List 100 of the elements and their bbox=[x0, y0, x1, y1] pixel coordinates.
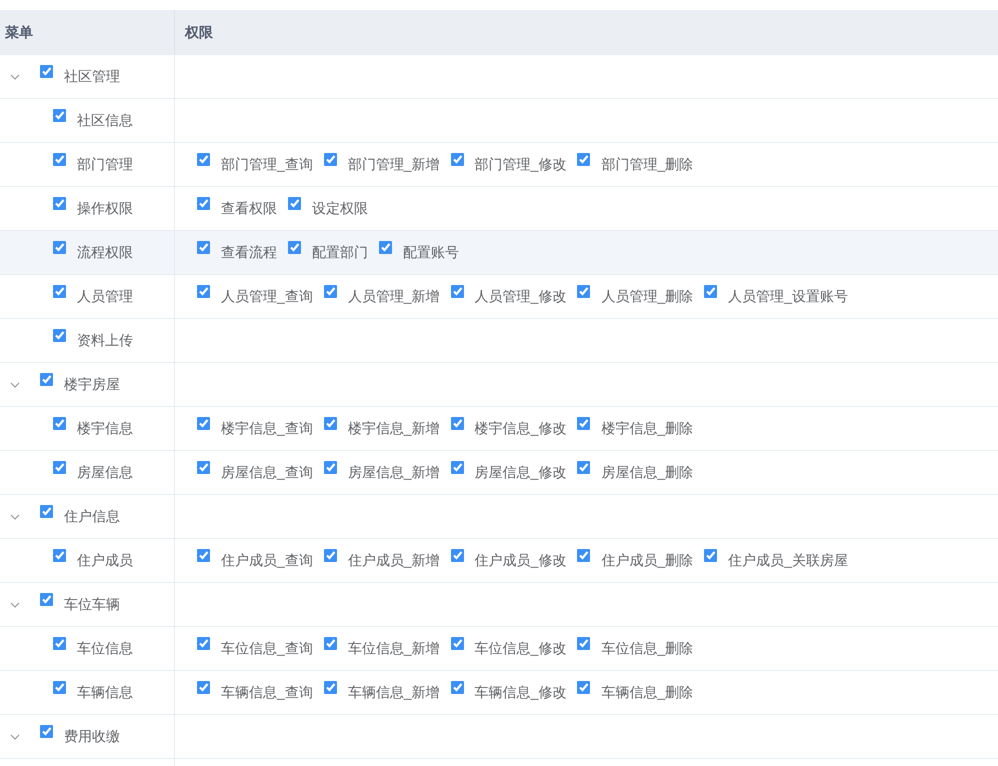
chevron-icon[interactable] bbox=[10, 734, 20, 740]
menu-label: 房屋信息 bbox=[77, 463, 133, 482]
checkbox[interactable] bbox=[53, 548, 66, 562]
checkbox[interactable] bbox=[288, 196, 301, 210]
permission-label: 楼宇信息_查询 bbox=[221, 419, 313, 438]
checkbox[interactable] bbox=[53, 460, 66, 474]
checkbox[interactable] bbox=[324, 416, 337, 430]
column-header: 菜单 bbox=[5, 22, 33, 42]
permission-label: 住户成员_删除 bbox=[601, 551, 694, 570]
checkbox[interactable] bbox=[40, 64, 53, 78]
checkbox[interactable] bbox=[197, 240, 210, 254]
checkbox[interactable] bbox=[53, 152, 66, 166]
permission-label: 人员管理_查询 bbox=[221, 287, 313, 306]
permission-label: 配置部门 bbox=[312, 243, 368, 262]
checkbox[interactable] bbox=[324, 460, 337, 474]
checkbox[interactable] bbox=[324, 548, 337, 562]
checkbox[interactable] bbox=[40, 504, 53, 518]
permission-label: 设定权限 bbox=[312, 199, 368, 218]
checkbox[interactable] bbox=[450, 636, 464, 650]
checkbox[interactable] bbox=[197, 636, 210, 650]
checkbox[interactable] bbox=[197, 548, 210, 562]
menu-label: 部门管理 bbox=[77, 155, 133, 174]
checkbox[interactable] bbox=[577, 152, 590, 166]
checkbox[interactable] bbox=[53, 680, 66, 694]
checkbox[interactable] bbox=[53, 108, 66, 122]
menu-label: 住户成员 bbox=[77, 551, 133, 570]
menu-label: 费用收缴 bbox=[64, 727, 120, 746]
checkbox[interactable] bbox=[53, 416, 66, 430]
checkbox[interactable] bbox=[53, 240, 66, 254]
checkbox[interactable] bbox=[197, 152, 210, 166]
checkbox[interactable] bbox=[704, 284, 718, 298]
checkbox[interactable] bbox=[577, 636, 590, 650]
checkbox[interactable] bbox=[197, 416, 210, 430]
checkbox[interactable] bbox=[450, 416, 464, 430]
checkbox[interactable] bbox=[577, 416, 590, 430]
checkbox[interactable] bbox=[577, 548, 590, 562]
chevron-icon[interactable] bbox=[10, 382, 20, 388]
checkbox[interactable] bbox=[53, 284, 66, 298]
chevron-icon[interactable] bbox=[10, 74, 20, 80]
permission-label: 车位信息_新增 bbox=[348, 639, 440, 658]
menu-label: 楼宇房屋 bbox=[64, 375, 120, 394]
permission-label: 住户成员_新增 bbox=[348, 551, 440, 570]
menu-label: 人员管理 bbox=[77, 287, 133, 306]
permission-label: 车位信息_删除 bbox=[601, 639, 694, 658]
permission-label: 人员管理_修改 bbox=[474, 287, 566, 306]
checkbox[interactable] bbox=[379, 240, 392, 254]
checkbox[interactable] bbox=[53, 636, 66, 650]
menu-label: 操作权限 bbox=[77, 199, 133, 218]
checkbox[interactable] bbox=[197, 284, 210, 298]
permission-label: 车辆信息_删除 bbox=[601, 683, 694, 702]
checkbox[interactable] bbox=[288, 240, 301, 254]
checkbox[interactable] bbox=[704, 548, 718, 562]
checkbox[interactable] bbox=[324, 284, 337, 298]
menu-label: 车位车辆 bbox=[64, 595, 120, 614]
permission-label: 人员管理_设置账号 bbox=[728, 287, 848, 306]
checkbox[interactable] bbox=[324, 152, 337, 166]
checkbox[interactable] bbox=[450, 152, 464, 166]
checkbox[interactable] bbox=[40, 372, 53, 386]
checkbox[interactable] bbox=[324, 680, 337, 694]
menu-label: 社区信息 bbox=[77, 111, 133, 130]
menu-label: 住户信息 bbox=[64, 507, 120, 526]
checkbox[interactable] bbox=[53, 328, 66, 342]
permission-label: 车位信息_查询 bbox=[221, 639, 313, 658]
permission-label: 房屋信息_新增 bbox=[348, 463, 440, 482]
checkbox[interactable] bbox=[450, 284, 464, 298]
menu-label: 车位信息 bbox=[77, 639, 133, 658]
chevron-icon[interactable] bbox=[10, 514, 20, 520]
checkbox[interactable] bbox=[450, 548, 464, 562]
checkbox[interactable] bbox=[40, 724, 53, 738]
permission-label: 部门管理_删除 bbox=[601, 155, 694, 174]
menu-label: 资料上传 bbox=[77, 331, 133, 350]
permission-label: 部门管理_查询 bbox=[221, 155, 313, 174]
checkbox[interactable] bbox=[450, 460, 464, 474]
checkbox[interactable] bbox=[324, 636, 337, 650]
checkbox[interactable] bbox=[197, 196, 210, 210]
permission-label: 车辆信息_查询 bbox=[221, 683, 313, 702]
permission-label: 配置账号 bbox=[403, 243, 459, 262]
permission-label: 查看权限 bbox=[221, 199, 277, 218]
permission-label: 车辆信息_新增 bbox=[348, 683, 440, 702]
menu-label: 流程权限 bbox=[77, 243, 133, 262]
permission-label: 部门管理_修改 bbox=[474, 155, 566, 174]
column-header: 权限 bbox=[185, 22, 213, 42]
checkbox[interactable] bbox=[197, 460, 210, 474]
permission-label: 车辆信息_修改 bbox=[474, 683, 566, 702]
permission-label: 房屋信息_查询 bbox=[221, 463, 313, 482]
permission-label: 楼宇信息_新增 bbox=[348, 419, 440, 438]
permission-label: 楼宇信息_修改 bbox=[474, 419, 566, 438]
chevron-icon[interactable] bbox=[10, 602, 20, 608]
permission-label: 车位信息_修改 bbox=[474, 639, 566, 658]
checkbox[interactable] bbox=[577, 680, 590, 694]
checkbox[interactable] bbox=[197, 680, 210, 694]
permission-label: 人员管理_新增 bbox=[348, 287, 440, 306]
permission-label: 住户成员_查询 bbox=[221, 551, 313, 570]
checkbox[interactable] bbox=[40, 592, 53, 606]
checkbox[interactable] bbox=[577, 284, 590, 298]
checkbox[interactable] bbox=[53, 196, 66, 210]
menu-label: 社区管理 bbox=[64, 67, 120, 86]
checkbox[interactable] bbox=[577, 460, 590, 474]
permission-label: 人员管理_删除 bbox=[601, 287, 694, 306]
checkbox[interactable] bbox=[450, 680, 464, 694]
